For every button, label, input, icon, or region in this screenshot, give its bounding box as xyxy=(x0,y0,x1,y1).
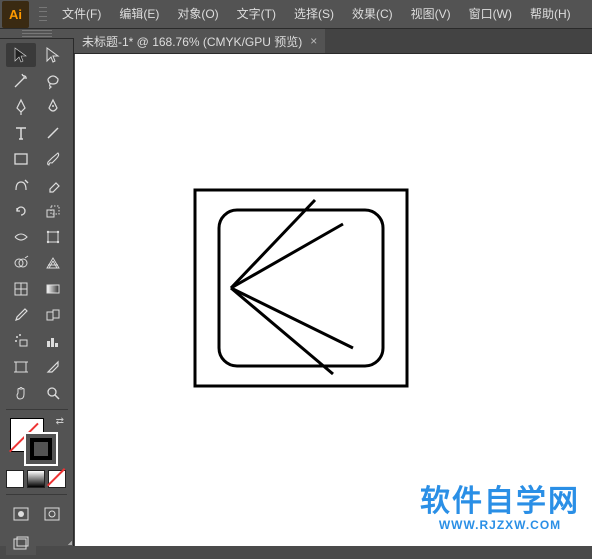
perspective-grid-tool[interactable] xyxy=(38,251,68,275)
screen-mode-row2 xyxy=(0,529,73,559)
menu-window[interactable]: 窗口(W) xyxy=(460,0,521,29)
document-tab-title: 未标题-1* @ 168.76% (CMYK/GPU 预览) xyxy=(82,33,302,50)
color-swatch[interactable] xyxy=(6,470,24,488)
panel-grip-icon[interactable] xyxy=(0,29,74,39)
selection-tool[interactable] xyxy=(6,43,36,67)
shaper-tool[interactable] xyxy=(6,173,36,197)
width-tool[interactable] xyxy=(6,225,36,249)
none-swatch[interactable] xyxy=(48,470,66,488)
slice-tool[interactable] xyxy=(38,355,68,379)
curvature-tool[interactable] xyxy=(38,95,68,119)
app-logo: Ai xyxy=(2,1,29,28)
rectangle-tool[interactable] xyxy=(6,147,36,171)
document-tab[interactable]: 未标题-1* @ 168.76% (CMYK/GPU 预览) × xyxy=(74,29,325,53)
menu-file[interactable]: 文件(F) xyxy=(53,0,110,29)
rotate-tool[interactable] xyxy=(6,199,36,223)
tool-separator xyxy=(6,494,67,495)
watermark-line2: WWW.RJZXW.COM xyxy=(420,518,580,532)
lasso-tool[interactable] xyxy=(38,69,68,93)
gradient-tool[interactable] xyxy=(38,277,68,301)
draw-behind-button[interactable] xyxy=(38,503,68,525)
drag-handle-icon xyxy=(39,5,47,23)
menu-select[interactable]: 选择(S) xyxy=(285,0,343,29)
free-transform-tool[interactable] xyxy=(38,225,68,249)
color-mode-swatches xyxy=(0,468,73,490)
eyedropper-tool[interactable] xyxy=(6,303,36,327)
gradient-swatch[interactable] xyxy=(27,470,45,488)
zoom-tool[interactable] xyxy=(38,381,68,405)
menu-bar: Ai 文件(F) 编辑(E) 对象(O) 文字(T) 选择(S) 效果(C) 视… xyxy=(0,0,592,29)
menu-view[interactable]: 视图(V) xyxy=(402,0,460,29)
symbol-sprayer-tool[interactable] xyxy=(6,329,36,353)
menu-object[interactable]: 对象(O) xyxy=(168,0,227,29)
watermark: 软件自学网 WWW.RJZXW.COM xyxy=(420,476,580,532)
tool-grid xyxy=(0,39,73,414)
shape-builder-tool[interactable] xyxy=(6,251,36,275)
menu-type[interactable]: 文字(T) xyxy=(228,0,285,29)
paintbrush-tool[interactable] xyxy=(38,147,68,171)
blend-tool[interactable] xyxy=(38,303,68,327)
artwork xyxy=(193,188,409,388)
line-tool[interactable] xyxy=(38,121,68,145)
direct-selection-tool[interactable] xyxy=(38,43,68,67)
menu-effect[interactable]: 效果(C) xyxy=(343,0,402,29)
menu-edit[interactable]: 编辑(E) xyxy=(110,0,168,29)
document-tabs: 未标题-1* @ 168.76% (CMYK/GPU 预览) × xyxy=(74,29,592,54)
screen-mode-row xyxy=(0,499,73,529)
close-tab-button[interactable]: × xyxy=(310,34,317,48)
screen-mode-button[interactable] xyxy=(6,533,36,555)
scale-tool[interactable] xyxy=(38,199,68,223)
tool-separator xyxy=(6,409,68,410)
menu-help[interactable]: 帮助(H) xyxy=(521,0,580,29)
magic-wand-tool[interactable] xyxy=(6,69,36,93)
canvas[interactable]: 软件自学网 WWW.RJZXW.COM xyxy=(75,54,592,546)
watermark-line1: 软件自学网 xyxy=(420,476,580,520)
draw-normal-button[interactable] xyxy=(6,503,36,525)
artboard-tool[interactable] xyxy=(6,355,36,379)
tools-panel: ⇄ xyxy=(0,29,74,546)
mesh-tool[interactable] xyxy=(6,277,36,301)
column-graph-tool[interactable] xyxy=(38,329,68,353)
type-tool[interactable] xyxy=(6,121,36,145)
eraser-tool[interactable] xyxy=(38,173,68,197)
hand-tool[interactable] xyxy=(6,381,36,405)
swap-fill-stroke-icon[interactable]: ⇄ xyxy=(56,416,64,427)
pen-tool[interactable] xyxy=(6,95,36,119)
stroke-swatch[interactable] xyxy=(24,432,58,466)
fill-stroke-control[interactable]: ⇄ xyxy=(10,418,60,464)
